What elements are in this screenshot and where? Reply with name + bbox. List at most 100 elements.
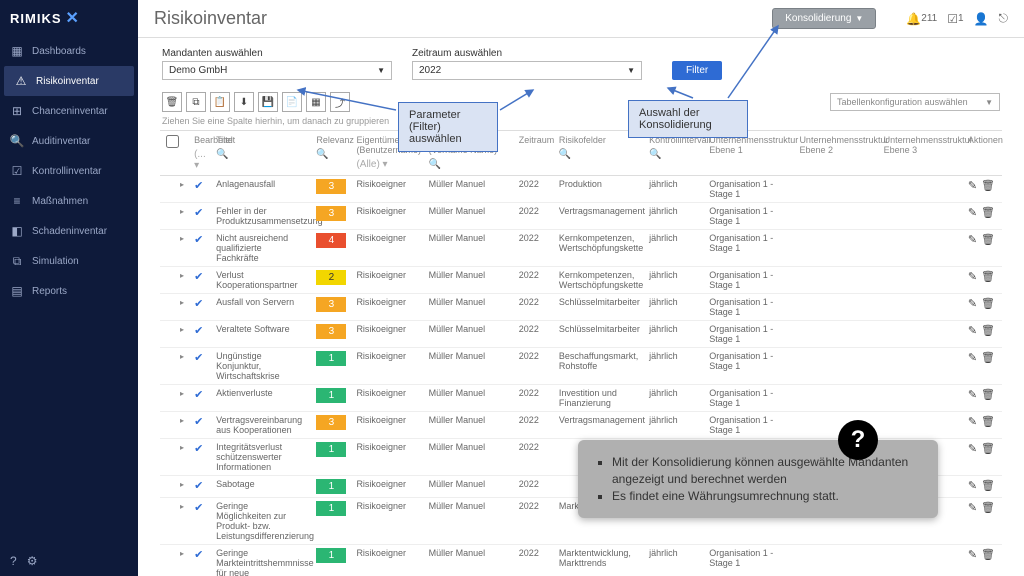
- sidebar-item-2[interactable]: ⊞Chanceninventar: [0, 96, 138, 126]
- delete-icon[interactable]: 🗑: [981, 270, 995, 283]
- expand-icon[interactable]: ▸: [180, 298, 184, 307]
- help-icon[interactable]: ?: [10, 554, 17, 568]
- tool-export-icon[interactable]: ⤴: [330, 92, 350, 112]
- delete-icon[interactable]: 🗑: [981, 548, 995, 561]
- expand-icon[interactable]: ▸: [180, 480, 184, 489]
- expand-icon[interactable]: ▸: [180, 389, 184, 398]
- bell-icon[interactable]: 🔔211: [906, 12, 937, 26]
- edit-icon[interactable]: ✎: [968, 270, 977, 283]
- relevance-badge: 1: [316, 548, 346, 563]
- col-period[interactable]: Zeitraum: [513, 131, 553, 176]
- cell-riskfields: Vertragsmanagement: [553, 203, 643, 230]
- relevance-badge: 3: [316, 324, 346, 339]
- period-select[interactable]: 2022 ▼: [412, 61, 642, 80]
- bell-count: 211: [921, 13, 937, 24]
- edit-icon[interactable]: ✎: [968, 501, 977, 514]
- check-icon[interactable]: ☑1: [947, 12, 963, 26]
- settings-icon[interactable]: ⚙: [27, 554, 38, 568]
- tool-grid-icon[interactable]: ▦: [306, 92, 326, 112]
- cell-period: 2022: [513, 230, 553, 267]
- expand-icon[interactable]: ▸: [180, 207, 184, 216]
- expand-icon[interactable]: ▸: [180, 502, 184, 511]
- user-icon[interactable]: 👤: [974, 12, 989, 26]
- tool-save-icon[interactable]: 💾: [258, 92, 278, 112]
- sidebar-item-8[interactable]: ▤Reports: [0, 276, 138, 306]
- edit-icon[interactable]: ✎: [968, 297, 977, 310]
- help-bubble-icon[interactable]: ?: [838, 420, 878, 460]
- filter-button[interactable]: Filter: [672, 61, 722, 80]
- table-config-select[interactable]: Tabellenkonfiguration auswählen ▼: [830, 93, 1000, 111]
- sidebar-item-3[interactable]: 🔍Auditinventar: [0, 126, 138, 156]
- callout-filter: Parameter (Filter) auswählen: [398, 102, 498, 152]
- period-label: Zeitraum auswählen: [412, 48, 642, 59]
- edit-icon[interactable]: ✎: [968, 479, 977, 492]
- tool-clipboard-icon[interactable]: 📄: [282, 92, 302, 112]
- col-org2[interactable]: Unternehmensstruktur Ebene 2: [793, 131, 877, 176]
- sidebar-item-4[interactable]: ☑Kontrollinventar: [0, 156, 138, 186]
- delete-icon[interactable]: 🗑: [981, 415, 995, 428]
- edit-icon[interactable]: ✎: [968, 206, 977, 219]
- expand-icon[interactable]: ▸: [180, 549, 184, 558]
- cell-interval: jährlich: [643, 385, 703, 412]
- tool-copy-icon[interactable]: ⧉: [186, 92, 206, 112]
- group-hint: Ziehen Sie eine Spalte hierhin, um danac…: [138, 114, 1024, 130]
- sidebar-item-5[interactable]: ≡Maßnahmen: [0, 186, 138, 216]
- col-title[interactable]: Titel🔍: [210, 131, 310, 176]
- cell-title: Aktienverluste: [210, 385, 310, 412]
- col-org3[interactable]: Unternehmensstruktur Ebene 3: [878, 131, 962, 176]
- sidebar-item-0[interactable]: ▦Dashboards: [0, 36, 138, 66]
- delete-icon[interactable]: 🗑: [981, 501, 995, 514]
- edit-icon[interactable]: ✎: [968, 388, 977, 401]
- col-actions[interactable]: Aktionen: [962, 131, 1002, 176]
- cell-period: 2022: [513, 348, 553, 385]
- filter-row: Mandanten auswählen Demo GmbH ▼ Zeitraum…: [138, 38, 1024, 86]
- tool-paste-icon[interactable]: 📋: [210, 92, 230, 112]
- cell-title: Vertragsvereinbarung aus Kooperationen: [210, 412, 310, 439]
- expand-icon[interactable]: ▸: [180, 271, 184, 280]
- mandant-select[interactable]: Demo GmbH ▼: [162, 61, 392, 80]
- edit-icon[interactable]: ✎: [968, 548, 977, 561]
- edit-icon[interactable]: ✎: [968, 351, 977, 364]
- delete-icon[interactable]: 🗑: [981, 297, 995, 310]
- col-relevance[interactable]: Relevanz🔍: [310, 131, 350, 176]
- expand-icon[interactable]: ▸: [180, 234, 184, 243]
- edit-icon[interactable]: ✎: [968, 324, 977, 337]
- delete-icon[interactable]: 🗑: [981, 351, 995, 364]
- tool-download-icon[interactable]: ⬇: [234, 92, 254, 112]
- delete-icon[interactable]: 🗑: [981, 442, 995, 455]
- delete-icon[interactable]: 🗑: [981, 179, 995, 192]
- cell-owner: Risikoeigner: [350, 348, 422, 385]
- delete-icon[interactable]: 🗑: [981, 206, 995, 219]
- cell-owner: Risikoeigner: [350, 545, 422, 576]
- expand-icon[interactable]: ▸: [180, 352, 184, 361]
- cell-period: 2022: [513, 439, 553, 476]
- sidebar-item-6[interactable]: ◧Schadeninventar: [0, 216, 138, 246]
- cell-riskfields: Kernkompetenzen, Wertschöpfungskette: [553, 230, 643, 267]
- mandant-value: Demo GmbH: [169, 65, 227, 76]
- delete-icon[interactable]: 🗑: [981, 324, 995, 337]
- edit-icon[interactable]: ✎: [968, 442, 977, 455]
- delete-icon[interactable]: 🗑: [981, 233, 995, 246]
- expand-icon[interactable]: ▸: [180, 416, 184, 425]
- tool-delete-icon[interactable]: 🗑: [162, 92, 182, 112]
- sidebar-item-7[interactable]: ⧉Simulation: [0, 246, 138, 276]
- expand-icon[interactable]: ▸: [180, 443, 184, 452]
- edited-check-icon: ✔: [194, 443, 203, 455]
- edit-icon[interactable]: ✎: [968, 233, 977, 246]
- expand-icon[interactable]: ▸: [180, 180, 184, 189]
- cell-owner: Risikoeigner: [350, 267, 422, 294]
- sidebar-bottom: ? ⚙: [0, 546, 138, 576]
- delete-icon[interactable]: 🗑: [981, 479, 995, 492]
- logout-icon[interactable]: ⎋: [999, 11, 1009, 26]
- col-edited[interactable]: Bearbeitet(... ▾: [188, 131, 210, 176]
- expand-icon[interactable]: ▸: [180, 325, 184, 334]
- edit-icon[interactable]: ✎: [968, 179, 977, 192]
- cell-owner: Risikoeigner: [350, 321, 422, 348]
- edit-icon[interactable]: ✎: [968, 415, 977, 428]
- select-all-checkbox[interactable]: [166, 135, 179, 148]
- nav-label: Maßnahmen: [32, 196, 88, 207]
- delete-icon[interactable]: 🗑: [981, 388, 995, 401]
- nav-icon: 🔍: [10, 134, 24, 148]
- sidebar-item-1[interactable]: ⚠Risikoinventar: [4, 66, 134, 96]
- konsolidierung-button[interactable]: Konsolidierung ▼: [772, 8, 876, 29]
